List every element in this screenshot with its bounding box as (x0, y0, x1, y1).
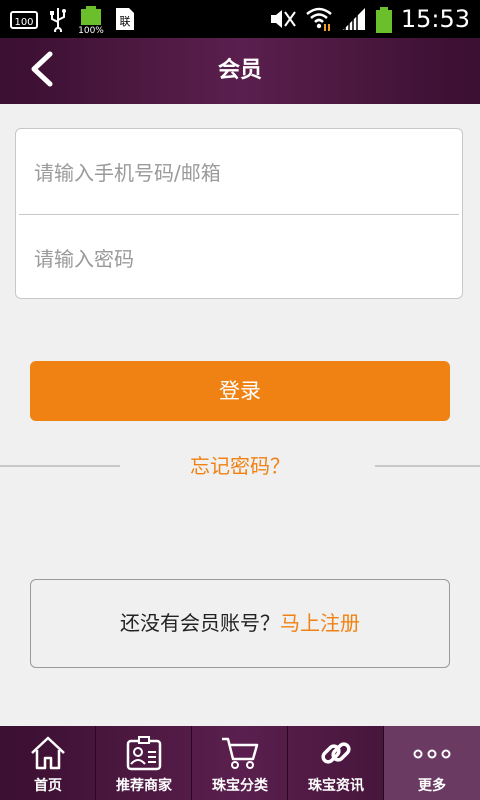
page-title: 会员 (217, 58, 262, 83)
signal-icon (341, 6, 367, 32)
chevron-left-icon (28, 51, 54, 91)
cart-icon (220, 734, 260, 772)
nav-item-categories[interactable]: 珠宝分类 (192, 726, 288, 800)
battery-icon (375, 6, 393, 33)
usb-icon (48, 6, 68, 35)
nav-label-categories: 珠宝分类 (212, 778, 268, 794)
status-left-icons: 100 100% 联 (10, 6, 136, 36)
forgot-password-link[interactable]: 忘记密码？ (0, 448, 480, 484)
login-form: 请输入手机号码/邮箱 请输入密码 (15, 128, 463, 299)
back-button[interactable] (18, 48, 64, 94)
nav-label-more: 更多 (418, 778, 446, 794)
more-dots-icon (412, 734, 452, 772)
status-right-icons: 15:53 (267, 3, 470, 35)
svg-text:100: 100 (14, 17, 33, 28)
bottom-nav: 首页 推荐商家 珠宝分类 珠宝资讯 更多 (0, 726, 480, 800)
sms-100-icon: 100 (10, 6, 38, 32)
link-icon (316, 734, 356, 772)
register-link[interactable]: 马上注册 (280, 611, 360, 635)
nav-item-home[interactable]: 首页 (0, 726, 96, 800)
forgot-password-row: 忘记密码？ (0, 448, 480, 484)
nav-item-merchants[interactable]: 推荐商家 (96, 726, 192, 800)
header-bar: 会员 (0, 38, 480, 104)
mute-icon (267, 6, 297, 32)
home-icon (28, 734, 68, 772)
status-time: 15:53 (400, 5, 470, 33)
login-button[interactable]: 登录 (30, 361, 450, 421)
sim-icon: 联 (114, 6, 136, 32)
nav-label-home: 首页 (34, 778, 62, 794)
svg-text:100%: 100% (78, 26, 104, 34)
svg-text:联: 联 (120, 15, 131, 28)
register-prompt-text: 还没有会员账号？ (120, 611, 280, 635)
battery-100-icon: 100% (78, 6, 104, 36)
password-input[interactable]: 请输入密码 (16, 215, 462, 300)
nav-label-news: 珠宝资讯 (308, 778, 364, 794)
wifi-icon (305, 6, 333, 32)
nav-item-more[interactable]: 更多 (384, 726, 480, 800)
register-prompt-box: 还没有会员账号？马上注册 (30, 579, 450, 668)
nav-label-merchants: 推荐商家 (116, 778, 172, 794)
status-bar: 100 100% 联 15:53 (0, 0, 480, 38)
merchant-card-icon (124, 734, 164, 772)
member-login-screen: 100 100% 联 15:53 会员 请输入手机号码/邮箱 请输入密码 登录 … (0, 0, 480, 800)
nav-item-news[interactable]: 珠宝资讯 (288, 726, 384, 800)
account-input[interactable]: 请输入手机号码/邮箱 (16, 129, 462, 214)
